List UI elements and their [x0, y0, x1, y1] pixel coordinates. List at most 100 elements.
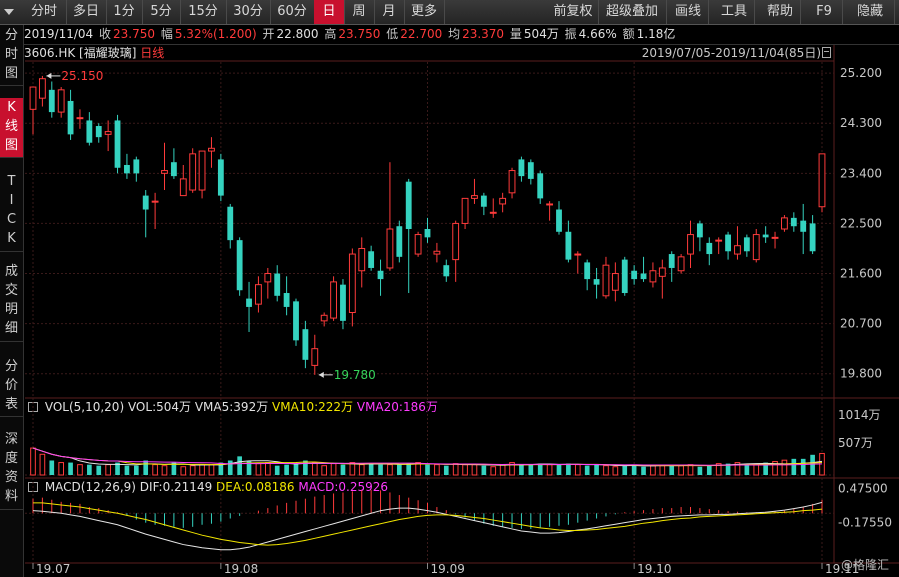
candle-body: [489, 211, 497, 214]
candle-body: [752, 234, 760, 261]
candle-body: [198, 150, 206, 191]
volume-bar: [227, 460, 233, 475]
stock-chart[interactable]: 19.07 19.08 19.09 19.10 19.1125.20024.30023.…: [0, 0, 899, 577]
annotation-label: 25.150: [61, 69, 103, 83]
volume-bar: [161, 465, 168, 476]
candle-body: [330, 281, 337, 319]
candle-body: [386, 228, 394, 269]
vol-axis-label: 507万: [838, 436, 873, 450]
candle-body: [461, 197, 469, 224]
candle-body: [556, 209, 562, 232]
candle-body: [668, 254, 675, 268]
volume-bar: [650, 465, 656, 476]
volume-bar: [753, 464, 760, 476]
volume-bar: [781, 459, 788, 476]
y-tick-label: 24.300: [840, 116, 882, 130]
x-tick-label: 19.10: [637, 562, 671, 576]
candle-body: [293, 301, 299, 341]
volume-bar: [68, 462, 73, 475]
candle-body: [471, 195, 478, 199]
volume-bar: [641, 466, 646, 475]
volume-bar: [594, 464, 599, 475]
volume-bar: [443, 465, 449, 475]
candle-body: [593, 279, 600, 285]
volume-bar: [39, 453, 46, 476]
volume-bar: [105, 464, 111, 476]
candle-body: [67, 100, 74, 135]
candle-body: [781, 217, 788, 230]
candle-body: [133, 159, 140, 174]
candle-body: [124, 164, 130, 174]
candle-body: [274, 273, 281, 296]
watermark: @格隆汇: [840, 558, 889, 572]
y-tick-label: 25.200: [840, 66, 882, 80]
y-tick-label: 21.600: [840, 267, 882, 281]
volume-bar: [612, 466, 619, 476]
volume-bar: [264, 462, 271, 476]
candle-body: [480, 195, 487, 207]
candle-body: [537, 173, 544, 199]
volume-bar: [87, 464, 92, 475]
candle-body: [725, 234, 731, 252]
candle-body: [142, 195, 149, 210]
candle-body: [48, 89, 55, 113]
volume-bar: [58, 462, 65, 476]
volume-bar: [706, 465, 712, 475]
volume-bar: [452, 463, 459, 476]
candle-body: [368, 251, 375, 268]
candle-body: [311, 348, 319, 366]
candle-body: [706, 242, 713, 255]
candle-body: [217, 159, 224, 196]
candle-body: [396, 226, 403, 257]
volume-bar: [697, 466, 703, 475]
volume-bar: [143, 460, 149, 475]
candle-body: [246, 298, 252, 307]
candle-body: [584, 262, 591, 280]
volume-bar: [546, 464, 553, 476]
x-tick-label: 19.07: [36, 562, 70, 576]
volume-bar: [284, 464, 289, 475]
volume-bar: [490, 466, 497, 476]
candle-body: [29, 86, 37, 110]
volume-bar: [810, 454, 815, 475]
candle-body: [358, 247, 366, 272]
y-tick-label: 23.400: [840, 166, 882, 180]
volume-bar: [537, 463, 543, 475]
volume-bar: [584, 465, 590, 475]
candle-body: [320, 314, 328, 322]
volume-bar: [378, 464, 383, 475]
candle-body: [762, 234, 769, 238]
candle-body: [565, 231, 572, 260]
volume-bar: [349, 462, 356, 476]
candle-body: [424, 229, 431, 238]
candle-body: [57, 89, 65, 113]
candle-body: [546, 203, 554, 206]
candle-body: [76, 117, 84, 120]
volume-bar: [208, 464, 215, 476]
candle-body: [649, 270, 657, 283]
candle-body: [302, 329, 309, 360]
candle-body: [809, 223, 816, 252]
volume-bar: [631, 464, 637, 475]
candle-body: [104, 131, 112, 135]
volume-bar: [255, 463, 262, 476]
candle-body: [640, 273, 647, 280]
candle-body: [631, 270, 638, 280]
macd-axis-label: -0.17550: [838, 515, 892, 529]
vol-axis-label: 1014万: [838, 408, 881, 422]
candle-body: [340, 284, 346, 321]
candle-body: [658, 267, 666, 277]
annotation-label: 19.780: [334, 368, 376, 382]
volume-bar: [574, 464, 581, 476]
y-tick-label: 19.800: [840, 367, 882, 381]
candle-body: [443, 265, 450, 277]
volume-bar: [462, 464, 468, 476]
candle-body: [377, 270, 384, 280]
y-tick-label: 22.500: [840, 216, 882, 230]
volume-bar: [311, 462, 318, 476]
volume-bar: [77, 464, 83, 476]
volume-bar: [603, 465, 609, 476]
volume-bar: [133, 465, 139, 475]
candle-body: [771, 236, 779, 239]
annotation-arrowhead: [46, 72, 52, 79]
